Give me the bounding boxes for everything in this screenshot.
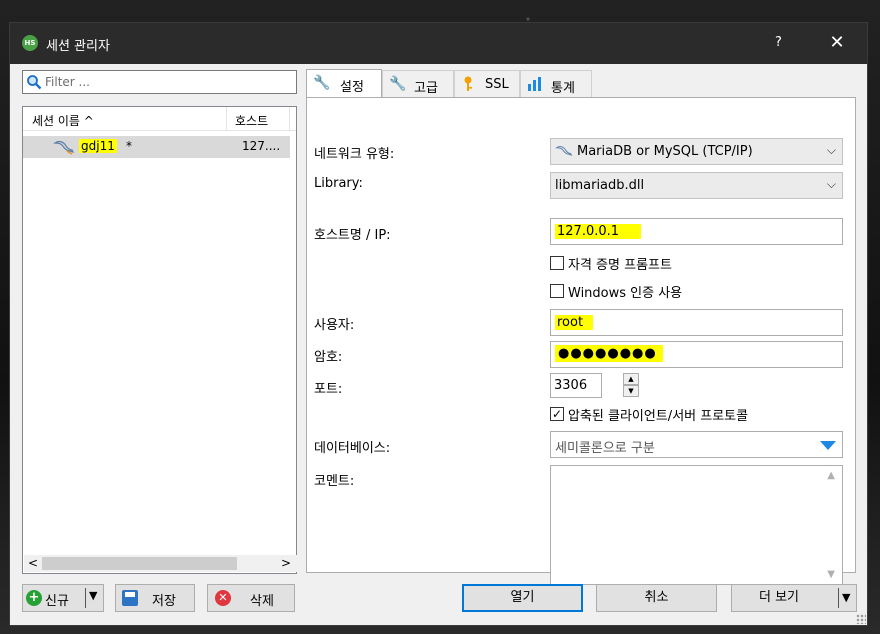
floppy-disk-icon (122, 590, 138, 606)
tab-settings[interactable]: 🔧 설정 (306, 69, 382, 97)
library-value: libmariadb.dll (555, 178, 645, 193)
scroll-up-arrow[interactable]: ▲ (827, 470, 835, 481)
scroll-left-arrow[interactable]: < (28, 556, 38, 570)
dropdown-triangle-icon[interactable] (820, 441, 836, 450)
column-divider (226, 107, 227, 131)
search-icon (27, 75, 42, 90)
column-header-host[interactable]: 호스트 (235, 112, 268, 129)
tab-statistics[interactable]: 통계 (520, 70, 592, 97)
prompt-credentials-label: 자격 증명 프롬프트 (568, 258, 672, 273)
tab-label: SSL (485, 77, 509, 92)
session-name: gdj11 (79, 139, 117, 153)
network-type-value: MariaDB or MySQL (TCP/IP) (577, 144, 753, 159)
user-value: root (555, 315, 594, 330)
databases-label: 데이터베이스: (314, 441, 391, 456)
delete-button[interactable]: ✕ 삭제 (207, 584, 295, 612)
scroll-thumb[interactable] (42, 557, 237, 570)
dropdown-arrow-icon[interactable]: ▼ (89, 589, 97, 602)
window-content: Filter ... 세션 이름 ^ 호스트 gdj11 * 127.... <… (9, 22, 868, 626)
network-type-select[interactable]: MariaDB or MySQL (TCP/IP) ⌵ (550, 138, 843, 165)
open-button[interactable]: 열기 (462, 584, 583, 612)
session-list[interactable]: 세션 이름 ^ 호스트 gdj11 * 127.... < > (22, 106, 297, 574)
more-label: 더 보기 (759, 590, 800, 605)
tab-label: 통계 (551, 81, 575, 96)
filter-placeholder: Filter ... (45, 75, 90, 89)
wrench-icon: 🔧 (313, 75, 331, 91)
plus-icon: + (26, 590, 42, 606)
split-divider (838, 588, 839, 608)
databases-select[interactable]: 세미콜론으로 구분 (550, 431, 843, 458)
list-header: 세션 이름 ^ 호스트 (23, 107, 296, 131)
more-button[interactable]: 더 보기 ▼ (731, 584, 857, 612)
new-label: 신규 (45, 594, 69, 609)
password-label: 암호: (314, 350, 343, 365)
port-label: 포트: (314, 382, 343, 397)
hostname-input[interactable]: 127.0.0.1 (550, 218, 843, 245)
session-row-gdj11[interactable]: gdj11 * 127.... (23, 136, 290, 158)
password-input[interactable]: ●●●●●●●● (550, 341, 843, 368)
windows-auth-label: Windows 인증 사용 (568, 286, 683, 301)
port-value: 3306 (554, 378, 588, 393)
dropdown-arrow-icon[interactable]: ▼ (842, 585, 850, 611)
port-stepper[interactable]: 3306 ▲ ▼ (550, 373, 639, 398)
tab-label: 설정 (340, 80, 364, 95)
column-divider (289, 107, 290, 131)
modified-marker: * (126, 139, 132, 153)
checkbox-box-checked[interactable]: ✓ (550, 407, 564, 421)
scroll-right-arrow[interactable]: > (281, 556, 291, 570)
delete-icon: ✕ (215, 590, 231, 606)
comment-textarea[interactable]: ▲ ▼ (550, 465, 843, 585)
user-input[interactable]: root (550, 309, 843, 336)
compressed-protocol-label: 압축된 클라이언트/서버 프로토콜 (568, 409, 749, 424)
hostname-value: 127.0.0.1 (555, 224, 641, 239)
cancel-button[interactable]: 취소 (596, 584, 717, 612)
scroll-down-arrow[interactable]: ▼ (827, 569, 835, 580)
key-icon (464, 76, 472, 91)
new-session-button[interactable]: + 신규 ▼ (22, 584, 104, 612)
save-button[interactable]: 저장 (115, 584, 195, 612)
databases-placeholder: 세미콜론으로 구분 (555, 441, 655, 456)
tab-ssl[interactable]: SSL (454, 70, 520, 97)
user-label: 사용자: (314, 318, 355, 333)
spin-up-arrow[interactable]: ▲ (623, 373, 639, 385)
tab-label: 고급 (414, 81, 438, 96)
checkbox-box[interactable] (550, 256, 564, 270)
resize-grip[interactable] (856, 614, 866, 624)
library-label: Library: (314, 176, 363, 191)
session-host: 127.... (242, 139, 281, 153)
port-input[interactable]: 3306 (550, 373, 602, 398)
save-label: 저장 (152, 594, 176, 609)
settings-panel: 네트워크 유형: MariaDB or MySQL (TCP/IP) ⌵ Lib… (306, 97, 856, 585)
spin-down-arrow[interactable]: ▼ (623, 385, 639, 397)
column-header-session-name[interactable]: 세션 이름 ^ (32, 112, 94, 129)
hostname-label: 호스트명 / IP: (314, 228, 391, 243)
password-value: ●●●●●●●● (555, 345, 663, 362)
split-divider (85, 588, 86, 608)
chevron-down-icon: ⌵ (826, 177, 836, 191)
bar-chart-icon (528, 77, 541, 91)
network-type-label: 네트워크 유형: (314, 147, 395, 162)
dolphin-icon (555, 146, 573, 156)
comment-label: 코멘트: (314, 474, 355, 489)
wrench-orange-icon: 🔧 (389, 76, 407, 92)
checkbox-box[interactable] (550, 284, 564, 298)
chevron-down-icon: ⌵ (826, 143, 836, 157)
dolphin-icon (53, 140, 75, 155)
horizontal-scrollbar[interactable]: < > (24, 555, 297, 572)
tab-advanced[interactable]: 🔧 고급 (382, 70, 454, 97)
delete-label: 삭제 (250, 594, 274, 609)
filter-input[interactable]: Filter ... (22, 70, 297, 94)
library-select[interactable]: libmariadb.dll ⌵ (550, 172, 843, 199)
